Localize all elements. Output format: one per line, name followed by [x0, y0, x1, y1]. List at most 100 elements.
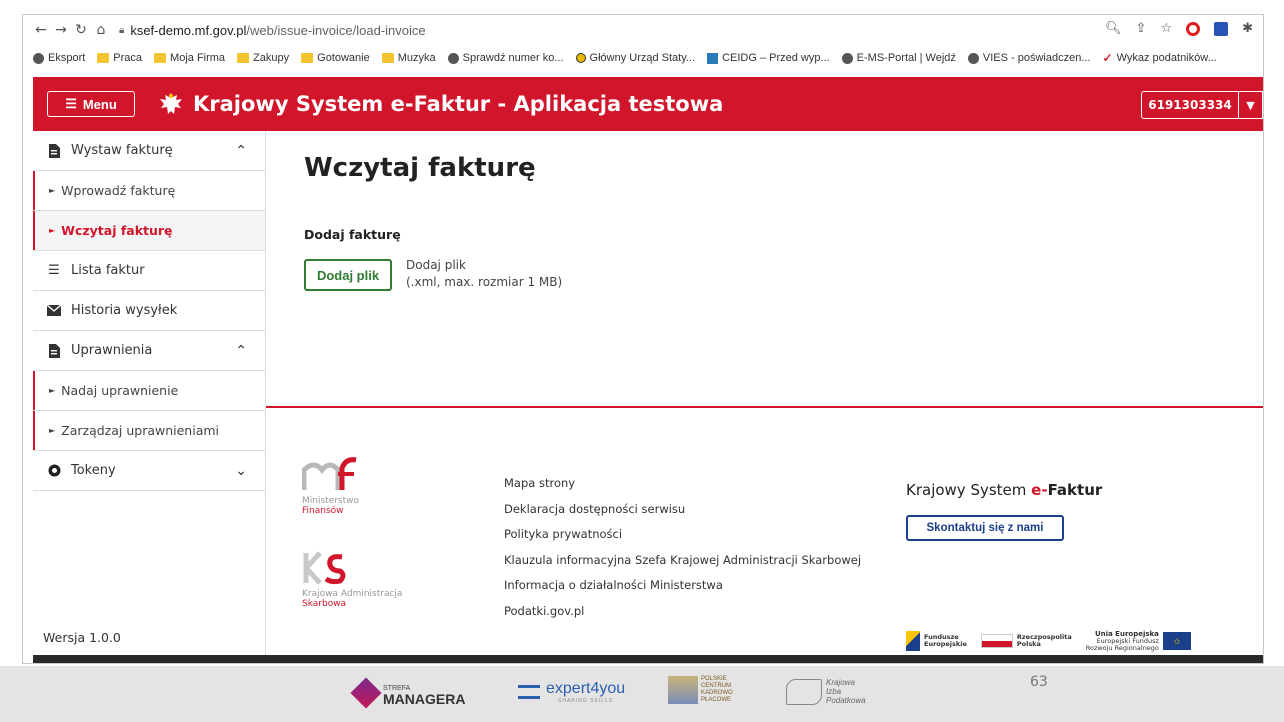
sidebar-item-wystaw-faktur-[interactable]: Wystaw fakturę ⌃	[33, 131, 265, 171]
bookmark-item[interactable]: Sprawdź numer ko...	[447, 52, 564, 64]
token-icon	[47, 464, 61, 477]
bookmark-item[interactable]: Eksport	[33, 52, 85, 64]
bookmark-item[interactable]: ✓ Wykaz podatników...	[1103, 51, 1217, 65]
kip-1: Krajowa	[826, 678, 855, 687]
kas-caption-line2: Skarbowa	[302, 599, 347, 609]
bullet-icon: ►	[49, 426, 56, 435]
mf-caption-line2: Finansów	[302, 506, 344, 516]
footer-link[interactable]: Klauzula informacyjna Szefa Krajowej Adm…	[504, 553, 861, 579]
home-icon[interactable]: ⌂	[91, 22, 111, 38]
ksef-brand: Krajowy System e-Faktur	[906, 481, 1102, 499]
footer-link[interactable]: Podatki.gov.pl	[504, 604, 861, 630]
expert4you-logo: expert4you SHARING SKILLS	[518, 680, 625, 704]
zoom-icon[interactable]: 🔍︎	[1105, 21, 1122, 36]
bookmark-item[interactable]: Praca	[97, 52, 142, 64]
nip-selector[interactable]: 6191303334	[1141, 91, 1239, 119]
footer-link[interactable]: Informacja o działalności Ministerstwa	[504, 578, 861, 604]
kip-icon	[786, 678, 822, 705]
pckp-4: PŁACOWE	[701, 697, 732, 703]
mf-caption-line1: Ministerstwo	[302, 496, 360, 506]
sidebar-item-label: Uprawnienia	[71, 343, 153, 358]
sidebar-item-tokeny[interactable]: Tokeny ⌄	[33, 451, 265, 491]
chevron-down-icon[interactable]: ⌄	[235, 463, 247, 479]
bookmark-item[interactable]: VIES - poświadczen...	[967, 52, 1091, 64]
bookmarks-bar: Eksport Praca Moja Firma Zakupy Gotowanie Muz…	[23, 45, 1263, 71]
eagle-emblem-icon	[160, 93, 182, 114]
pckp-icon	[668, 676, 698, 704]
page-title: Wczytaj fakturę	[304, 153, 536, 183]
sidebar-item-label: Historia wysyłek	[71, 303, 178, 318]
brand-text-e: e-	[1031, 481, 1048, 499]
bookmark-label: E-MS-Portal | Wejdź	[856, 52, 956, 64]
bookmark-item[interactable]: Moja Firma	[154, 52, 225, 64]
kas-logo[interactable]: Krajowa Administracja Skarbowa	[302, 551, 442, 609]
chevron-up-icon[interactable]: ⌃	[235, 143, 247, 159]
pckp-2: CENTRUM	[701, 683, 731, 689]
favicon-icon	[841, 52, 853, 64]
favicon-icon: ✓	[1102, 51, 1113, 65]
eu-fe-2: Europejskie	[924, 640, 967, 648]
main-content: Wczytaj fakturę Dodaj fakturę Dodaj plik…	[266, 131, 1263, 663]
strefa-line2: MANAGERA	[383, 691, 466, 707]
pckp-1: POLSKIE	[701, 676, 727, 682]
extension-icon[interactable]	[1214, 21, 1229, 36]
footer-link[interactable]: Polityka prywatności	[504, 527, 861, 553]
bookmark-item[interactable]: E-MS-Portal | Wejdź	[841, 52, 956, 64]
bullet-icon: ►	[49, 226, 56, 235]
reload-icon[interactable]: ↻	[71, 22, 91, 38]
ministry-of-finance-logo[interactable]: Ministerstwo Finansów	[301, 456, 422, 516]
bookmark-label: Gotowanie	[317, 52, 370, 64]
address-bar[interactable]: 🔒︎ ksef-demo.mf.gov.pl/web/issue-invoice…	[119, 23, 426, 38]
section-label: Dodaj fakturę	[304, 227, 401, 242]
bookmark-label: Zakupy	[253, 52, 290, 64]
app-version: Wersja 1.0.0	[43, 630, 121, 645]
eu-flag-icon: ✩	[1162, 632, 1191, 650]
chevron-down-icon[interactable]: ▼	[1239, 91, 1263, 119]
menu-button[interactable]: ☰ Menu	[47, 91, 135, 117]
sidebar-item-wprowad-faktur-[interactable]: ► Wprowadź fakturę	[33, 171, 265, 211]
bookmark-item[interactable]: Główny Urząd Staty...	[575, 52, 696, 64]
kip-2: Izba	[826, 687, 842, 696]
opera-extension-icon[interactable]	[1186, 21, 1201, 36]
envelope-icon	[47, 305, 61, 316]
puzzle-icon[interactable]: ✱	[1242, 21, 1253, 36]
sidebar-item-label: Wprowadź fakturę	[61, 183, 176, 198]
expert-sub: SHARING SKILLS	[558, 698, 614, 704]
footer-link[interactable]: Mapa strony	[504, 476, 861, 502]
contact-button[interactable]: Skontaktuj się z nami	[906, 515, 1064, 541]
folder-icon	[381, 53, 394, 63]
menu-label: Menu	[82, 96, 117, 112]
folder-icon	[97, 53, 110, 63]
kip-3: Podatkowa	[826, 696, 866, 705]
favicon-icon	[447, 52, 459, 64]
share-icon[interactable]: ⇪	[1136, 21, 1147, 36]
add-file-hint: Dodaj plik (.xml, max. rozmiar 1 MB)	[406, 257, 562, 291]
bookmark-label: Główny Urząd Staty...	[589, 52, 696, 64]
url-path: /web/issue-invoice/load-invoice	[246, 22, 426, 38]
sidebar-item-label: Wystaw fakturę	[71, 143, 173, 158]
polish-flag-icon	[980, 634, 1013, 648]
bookmark-item[interactable]: Gotowanie	[301, 52, 370, 64]
bookmark-label: Wykaz podatników...	[1116, 52, 1217, 64]
sidebar-item-wczytaj-faktur-[interactable]: ► Wczytaj fakturę	[33, 211, 265, 251]
forward-icon[interactable]: →	[51, 22, 71, 38]
eu-funds-icon	[906, 631, 920, 651]
favicon-icon	[707, 52, 719, 64]
add-file-button[interactable]: Dodaj plik	[304, 259, 392, 291]
lock-icon: 🔒︎	[119, 24, 125, 36]
bookmark-label: Praca	[113, 52, 143, 64]
bookmark-item[interactable]: CEIDG – Przed wyp...	[707, 52, 830, 64]
footer-link[interactable]: Deklaracja dostępności serwisu	[504, 502, 861, 528]
sidebar-item-historia-wysy-ek[interactable]: Historia wysyłek	[33, 291, 265, 331]
star-icon[interactable]: ☆	[1160, 21, 1172, 36]
sidebar-item-uprawnienia[interactable]: Uprawnienia ⌃	[33, 331, 265, 371]
bookmark-item[interactable]: Zakupy	[237, 52, 289, 64]
sidebar-item-zarz-dzaj-uprawnieniami[interactable]: ► Zarządzaj uprawnieniami	[33, 411, 265, 451]
sidebar-item-lista-faktur[interactable]: ☰ Lista faktur	[33, 251, 265, 291]
bookmark-item[interactable]: Muzyka	[381, 52, 436, 64]
back-icon[interactable]: ←	[31, 22, 51, 38]
sidebar-item-nadaj-uprawnienie[interactable]: ► Nadaj uprawnienie	[33, 371, 265, 411]
chevron-up-icon[interactable]: ⌃	[235, 343, 247, 359]
bookmark-label: CEIDG – Przed wyp...	[722, 52, 830, 64]
sidebar-item-label: Wczytaj fakturę	[61, 223, 173, 238]
